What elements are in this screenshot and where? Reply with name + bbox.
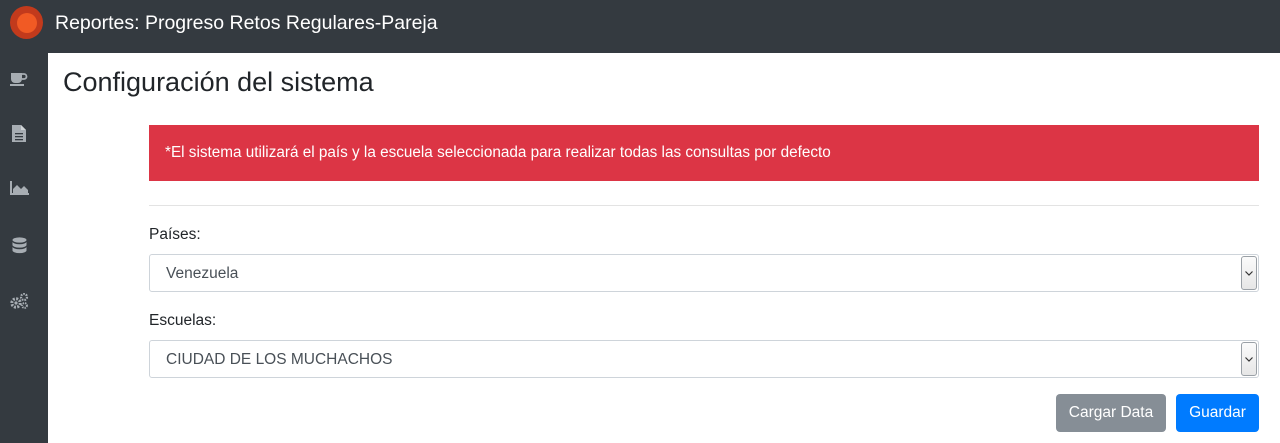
alert-danger: *El sistema utilizará el país y la escue… bbox=[149, 125, 1259, 181]
app-title: Reportes: Progreso Retos Regulares-Parej… bbox=[55, 12, 438, 34]
coffee-icon[interactable] bbox=[9, 69, 29, 89]
chevron-down-icon[interactable] bbox=[1241, 256, 1257, 290]
load-data-button[interactable]: Cargar Data bbox=[1056, 394, 1166, 432]
chevron-down-icon[interactable] bbox=[1241, 342, 1257, 376]
country-select[interactable]: Venezuela bbox=[149, 254, 1259, 292]
area-chart-icon[interactable] bbox=[9, 178, 29, 198]
divider bbox=[149, 205, 1259, 206]
gears-icon[interactable] bbox=[9, 291, 29, 311]
database-icon[interactable] bbox=[9, 235, 29, 255]
save-button[interactable]: Guardar bbox=[1176, 394, 1259, 432]
alert-text: *El sistema utilizará el país y la escue… bbox=[165, 144, 831, 161]
country-select-value: Venezuela bbox=[166, 265, 239, 282]
brand-logo-icon[interactable] bbox=[10, 6, 43, 39]
sidebar bbox=[0, 53, 48, 443]
school-select[interactable]: CIUDAD DE LOS MUCHACHOS bbox=[149, 340, 1259, 378]
school-select-value: CIUDAD DE LOS MUCHACHOS bbox=[166, 351, 393, 368]
school-label: Escuelas: bbox=[149, 312, 217, 329]
top-navbar: Reportes: Progreso Retos Regulares-Parej… bbox=[0, 0, 1280, 53]
page-title: Configuración del sistema bbox=[63, 67, 374, 97]
country-label: Países: bbox=[149, 226, 201, 243]
document-icon[interactable] bbox=[9, 123, 29, 143]
